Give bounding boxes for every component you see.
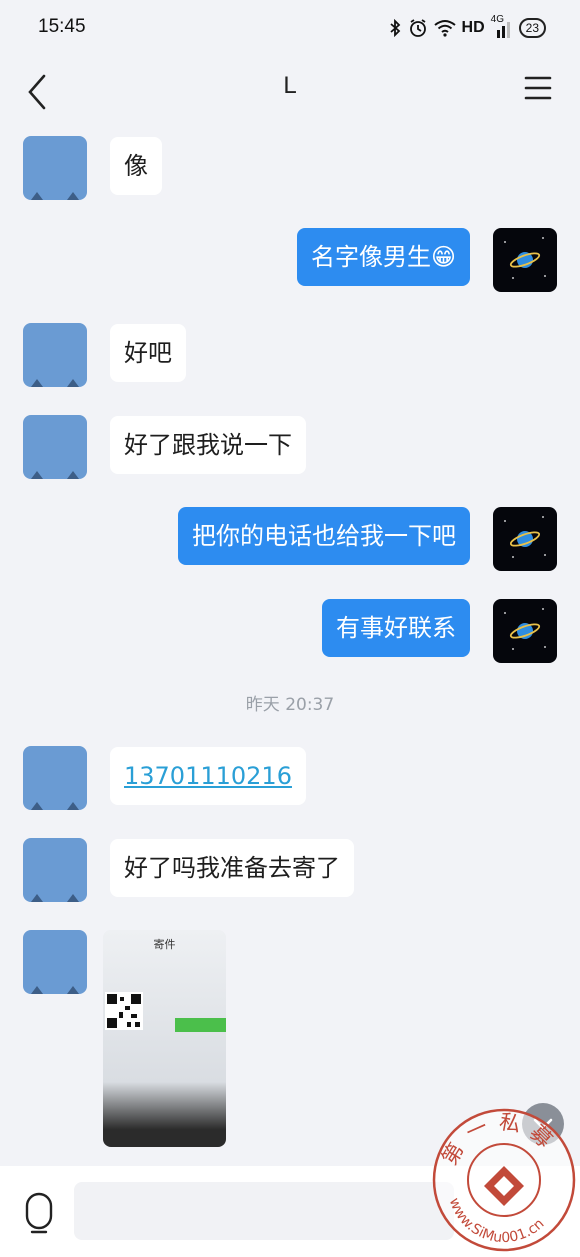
planet-icon: [504, 608, 546, 650]
qr-code-icon: [105, 992, 143, 1030]
contact-avatar[interactable]: [23, 415, 87, 479]
user-avatar[interactable]: [493, 228, 557, 292]
network-label: HD: [461, 19, 485, 36]
contact-avatar[interactable]: [23, 838, 87, 902]
bluetooth-icon: [389, 19, 400, 37]
planet-icon: [504, 516, 546, 558]
message-bubble-incoming[interactable]: 像: [110, 137, 162, 195]
contact-avatar[interactable]: [23, 136, 87, 200]
image-caption: 寄件: [153, 938, 176, 951]
status-time: 15:45: [38, 16, 86, 37]
image-message[interactable]: 寄件: [103, 930, 226, 1147]
menu-button[interactable]: [518, 68, 558, 108]
signal-icon: 4G: [491, 14, 513, 38]
contact-avatar[interactable]: [23, 323, 87, 387]
message-bubble-outgoing[interactable]: 把你的电话也给我一下吧: [178, 507, 470, 565]
signal-label: 4G: [490, 14, 504, 25]
user-avatar[interactable]: [493, 599, 557, 663]
message-timestamp: 昨天 20:37: [245, 695, 335, 715]
wifi-icon: [433, 20, 456, 37]
watermark-seal: 第一私募 www.SiMu001.cn: [432, 1108, 576, 1252]
message-bubble-outgoing[interactable]: 有事好联系: [322, 599, 470, 657]
status-icons: HD 4G 23: [388, 14, 546, 42]
image-green-button: [175, 1018, 226, 1032]
contact-avatar[interactable]: [23, 930, 87, 994]
status-bar: 15:45 HD 4G 23: [0, 0, 580, 58]
message-bubble-incoming[interactable]: 好了吗我准备去寄了: [110, 839, 354, 897]
contact-avatar[interactable]: [23, 746, 87, 810]
alarm-icon: [409, 19, 426, 37]
message-bubble-incoming[interactable]: 好了跟我说一下: [110, 416, 306, 474]
battery-icon: 23: [518, 18, 546, 38]
user-avatar[interactable]: [493, 507, 557, 571]
message-input[interactable]: [74, 1182, 454, 1240]
chat-title: L: [283, 72, 297, 99]
planet-icon: [504, 237, 546, 279]
microphone-icon: [25, 1192, 53, 1234]
chat-header: L: [0, 58, 580, 118]
voice-button[interactable]: [16, 1188, 62, 1234]
phone-number-link[interactable]: 13701110216: [124, 762, 292, 790]
message-bubble-outgoing[interactable]: 名字像男生😁: [296, 228, 470, 286]
message-bubble-incoming: 13701110216: [110, 747, 306, 805]
message-bubble-incoming[interactable]: 好吧: [110, 324, 186, 382]
menu-icon: [524, 76, 552, 100]
